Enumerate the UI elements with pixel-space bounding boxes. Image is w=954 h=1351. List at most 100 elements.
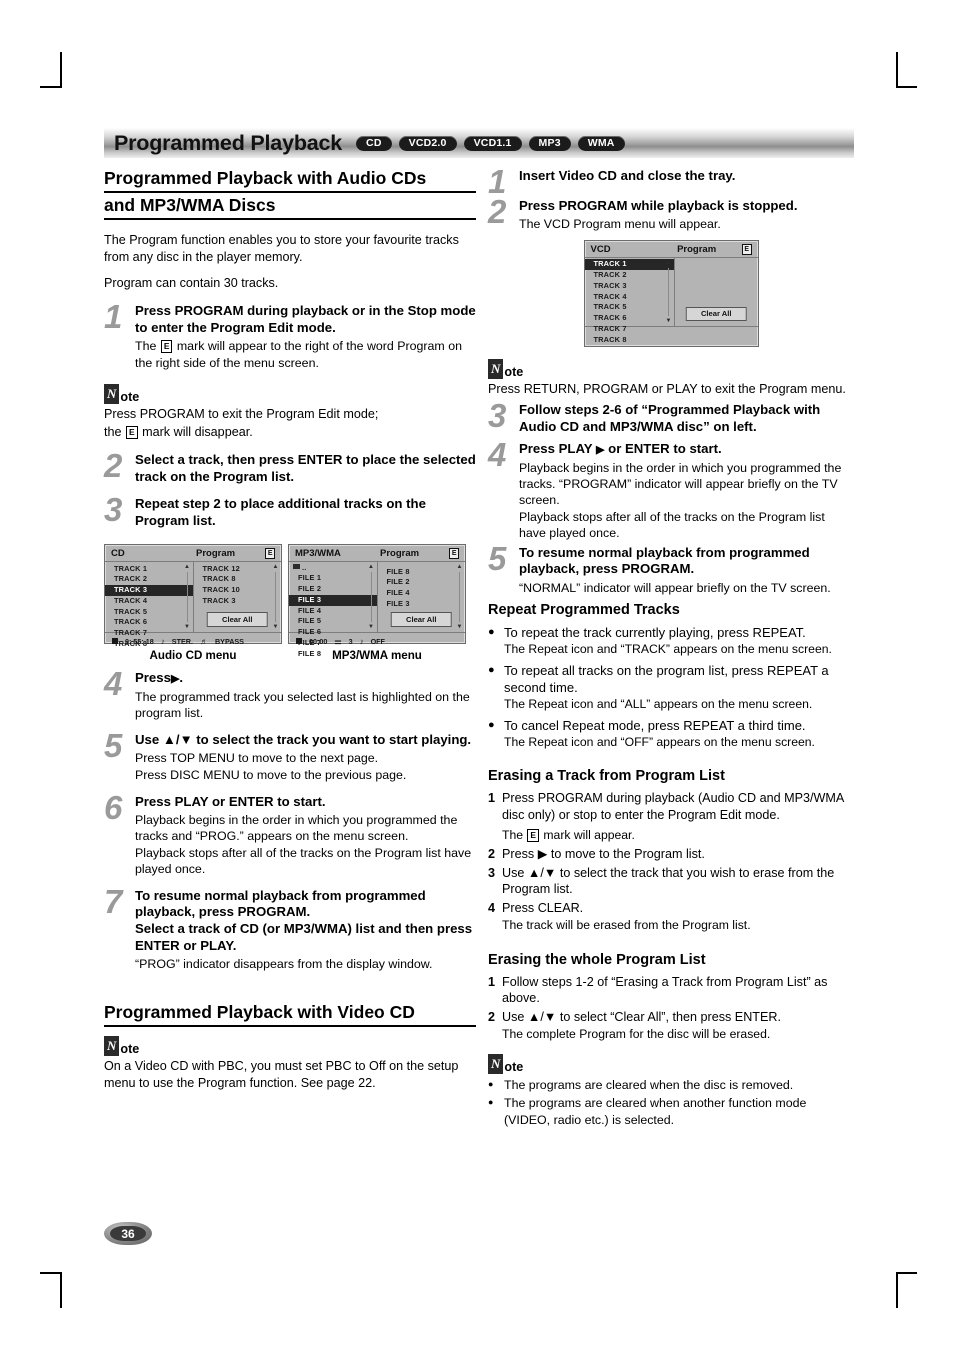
screen-right-title: Program [677, 244, 717, 256]
crop-mark-top-left-v [60, 52, 62, 88]
file-list-item[interactable]: FILE 4 [289, 606, 377, 617]
track-list-item[interactable]: TRACK 5 [105, 607, 193, 618]
step-4: 4 Press▶. The programmed track you selec… [104, 667, 476, 721]
erase-track-sub-4: The track will be erased from the Progra… [502, 918, 751, 933]
clear-all-button[interactable]: Clear All [206, 612, 268, 627]
file-list-item[interactable]: FILE 5 [289, 616, 377, 627]
file-list-item[interactable]: FILE 7 [289, 638, 377, 649]
track-list-item-selected[interactable]: TRACK 3 [105, 585, 193, 596]
track-list-item[interactable]: TRACK 8 [585, 335, 674, 346]
screen-header: CD Program E [105, 545, 281, 562]
program-list-scrollbar[interactable]: ▲ ▼ [456, 564, 463, 630]
bullet-text: To repeat all tracks on the program list… [504, 662, 829, 695]
track-list-item[interactable]: TRACK 7 [105, 628, 193, 639]
note-label: ote [504, 365, 524, 380]
file-list-scrollbar[interactable]: ▲ ▼ [368, 564, 375, 630]
screen-program-pane: TRACK 12 TRACK 8 TRACK 10 TRACK 3 ▲ ▼ Cl… [194, 562, 282, 632]
vcd-step-2: 2 Press PROGRAM while playback is stoppe… [488, 195, 854, 233]
track-list-item[interactable]: TRACK 5 [585, 302, 674, 313]
bullet-text: To cancel Repeat mode, press REPEAT a th… [504, 717, 806, 733]
program-list-item[interactable]: FILE 8 [378, 567, 466, 578]
track-list-item[interactable]: TRACK 8 [105, 639, 193, 650]
scroll-up-icon[interactable]: ▲ [184, 564, 190, 570]
numbered-step: 1 Press PROGRAM during playback (Audio C… [488, 790, 854, 823]
note-block-video-cd: N ote On a Video CD with PBC, you must s… [104, 1036, 476, 1091]
erase-all-sub-2: The complete Program for the disc will b… [502, 1027, 771, 1042]
step-text: Follow steps 1-2 of “Erasing a Track fro… [502, 974, 828, 1006]
manual-page: Programmed Playback CD VCD2.0 VCD1.1 MP3… [0, 0, 954, 1351]
vcd-step-4: 4 Press PLAY ▶ or ENTER to start. Playba… [488, 438, 854, 540]
bullet-icon: ● [488, 718, 495, 731]
note-bullet-item: ● The programs are cleared when another … [488, 1095, 854, 1127]
clear-all-button[interactable]: Clear All [685, 306, 747, 322]
step-number: 5 [488, 539, 506, 577]
program-list-item[interactable]: TRACK 8 [194, 574, 282, 585]
erase-all-step-list: 1 Follow steps 1-2 of “Erasing a Track f… [488, 974, 854, 1043]
track-list-item[interactable]: TRACK 1 [105, 564, 193, 575]
track-list-item-selected[interactable]: TRACK 1 [584, 259, 674, 271]
track-list-item[interactable]: TRACK 7 [585, 324, 674, 335]
note-block-1: N ote Press PROGRAM to exit the Program … [104, 383, 476, 441]
note-line-2: the E mark will disappear. [104, 424, 476, 441]
track-list-item[interactable]: TRACK 2 [105, 574, 193, 585]
note-line-2-prefix: the [104, 425, 122, 440]
track-list-item[interactable]: TRACK 4 [105, 596, 193, 607]
program-list-item[interactable]: TRACK 10 [194, 585, 282, 596]
track-list-item[interactable]: TRACK 6 [585, 313, 674, 324]
track-list-item[interactable]: TRACK 4 [585, 292, 674, 303]
file-list-item[interactable]: FILE 6 [289, 627, 377, 638]
play-arrow-icon: ▶ [596, 444, 605, 457]
program-list-item[interactable]: TRACK 3 [194, 596, 282, 607]
scroll-down-icon[interactable]: ▼ [665, 318, 671, 324]
bullet-subtext: The Repeat icon and “ALL” appears on the… [504, 696, 813, 711]
bullet-subtext: The Repeat icon and “TRACK” appears on t… [504, 642, 832, 657]
clear-all-button[interactable]: Clear All [390, 612, 452, 627]
note-block-vcd: N ote Press RETURN, PROGRAM or PLAY to e… [488, 359, 854, 398]
step-text: Press PROGRAM during playback (Audio CD … [502, 791, 844, 822]
step-number: 6 [104, 788, 122, 826]
edit-mark-icon: E [126, 426, 138, 440]
repeat-bullet-item: ● To repeat the track currently playing,… [488, 625, 854, 642]
scroll-up-icon[interactable]: ▲ [665, 260, 671, 266]
program-list-scrollbar[interactable]: ▲ ▼ [272, 564, 279, 630]
step-number: 1 [488, 791, 496, 806]
track-list-item[interactable]: TRACK 3 [585, 281, 674, 292]
vcd-step-5: 5 To resume normal playback from program… [488, 539, 854, 596]
step-5: 5 Use ▲/▼ to select the track you want t… [104, 729, 476, 783]
parent-folder-row[interactable]: .. [289, 563, 377, 574]
program-list-item[interactable]: FILE 2 [378, 577, 466, 588]
bullet-text: To repeat the track currently playing, p… [504, 625, 806, 641]
bullet-icon: ● [488, 1079, 494, 1090]
file-list-item[interactable]: FILE 2 [289, 584, 377, 595]
numbered-step: 4 Press CLEAR. [488, 900, 854, 916]
screen-track-pane: TRACK 1 TRACK 2 TRACK 3 TRACK 4 TRACK 5 … [584, 258, 675, 343]
crop-mark-bottom-right-v [896, 1272, 898, 1308]
scroll-down-icon[interactable]: ▼ [457, 624, 463, 630]
scroll-up-icon[interactable]: ▲ [457, 564, 463, 570]
step-number: 4 [488, 900, 496, 915]
bullet-icon: ● [488, 663, 495, 676]
track-list-scrollbar[interactable]: ▲ ▼ [184, 564, 191, 630]
crop-mark-bottom-left-h [40, 1272, 60, 1274]
track-list-item[interactable]: TRACK 2 [585, 270, 674, 281]
scroll-up-icon[interactable]: ▲ [368, 564, 374, 570]
file-list-item-selected[interactable]: FILE 3 [289, 594, 377, 606]
scroll-down-icon[interactable]: ▼ [273, 624, 279, 630]
track-list-scrollbar[interactable]: ▲ ▼ [665, 260, 672, 324]
program-list-item[interactable]: TRACK 12 [194, 564, 282, 575]
track-list: TRACK 1 TRACK 2 TRACK 3 TRACK 4 TRACK 5 … [105, 562, 193, 650]
note-badge-icon: N [104, 383, 120, 404]
screen-track-pane: TRACK 1 TRACK 2 TRACK 3 TRACK 4 TRACK 5 … [105, 561, 194, 648]
program-list-item[interactable]: FILE 3 [378, 599, 466, 610]
scroll-down-icon[interactable]: ▼ [368, 624, 374, 630]
file-list-item[interactable]: FILE 1 [289, 573, 377, 584]
scroll-down-icon[interactable]: ▼ [184, 624, 190, 630]
step-heading: Insert Video CD and close the tray. [519, 168, 736, 183]
file-list-item[interactable]: FILE 8 [289, 649, 377, 660]
scroll-up-icon[interactable]: ▲ [273, 564, 279, 570]
track-list-item[interactable]: TRACK 6 [105, 617, 193, 628]
step-heading-prefix: Press PLAY [519, 441, 593, 457]
program-list-item[interactable]: FILE 4 [378, 588, 466, 599]
screen-left-title: VCD [590, 244, 611, 256]
sub-suffix: mark will appear. [543, 828, 635, 843]
